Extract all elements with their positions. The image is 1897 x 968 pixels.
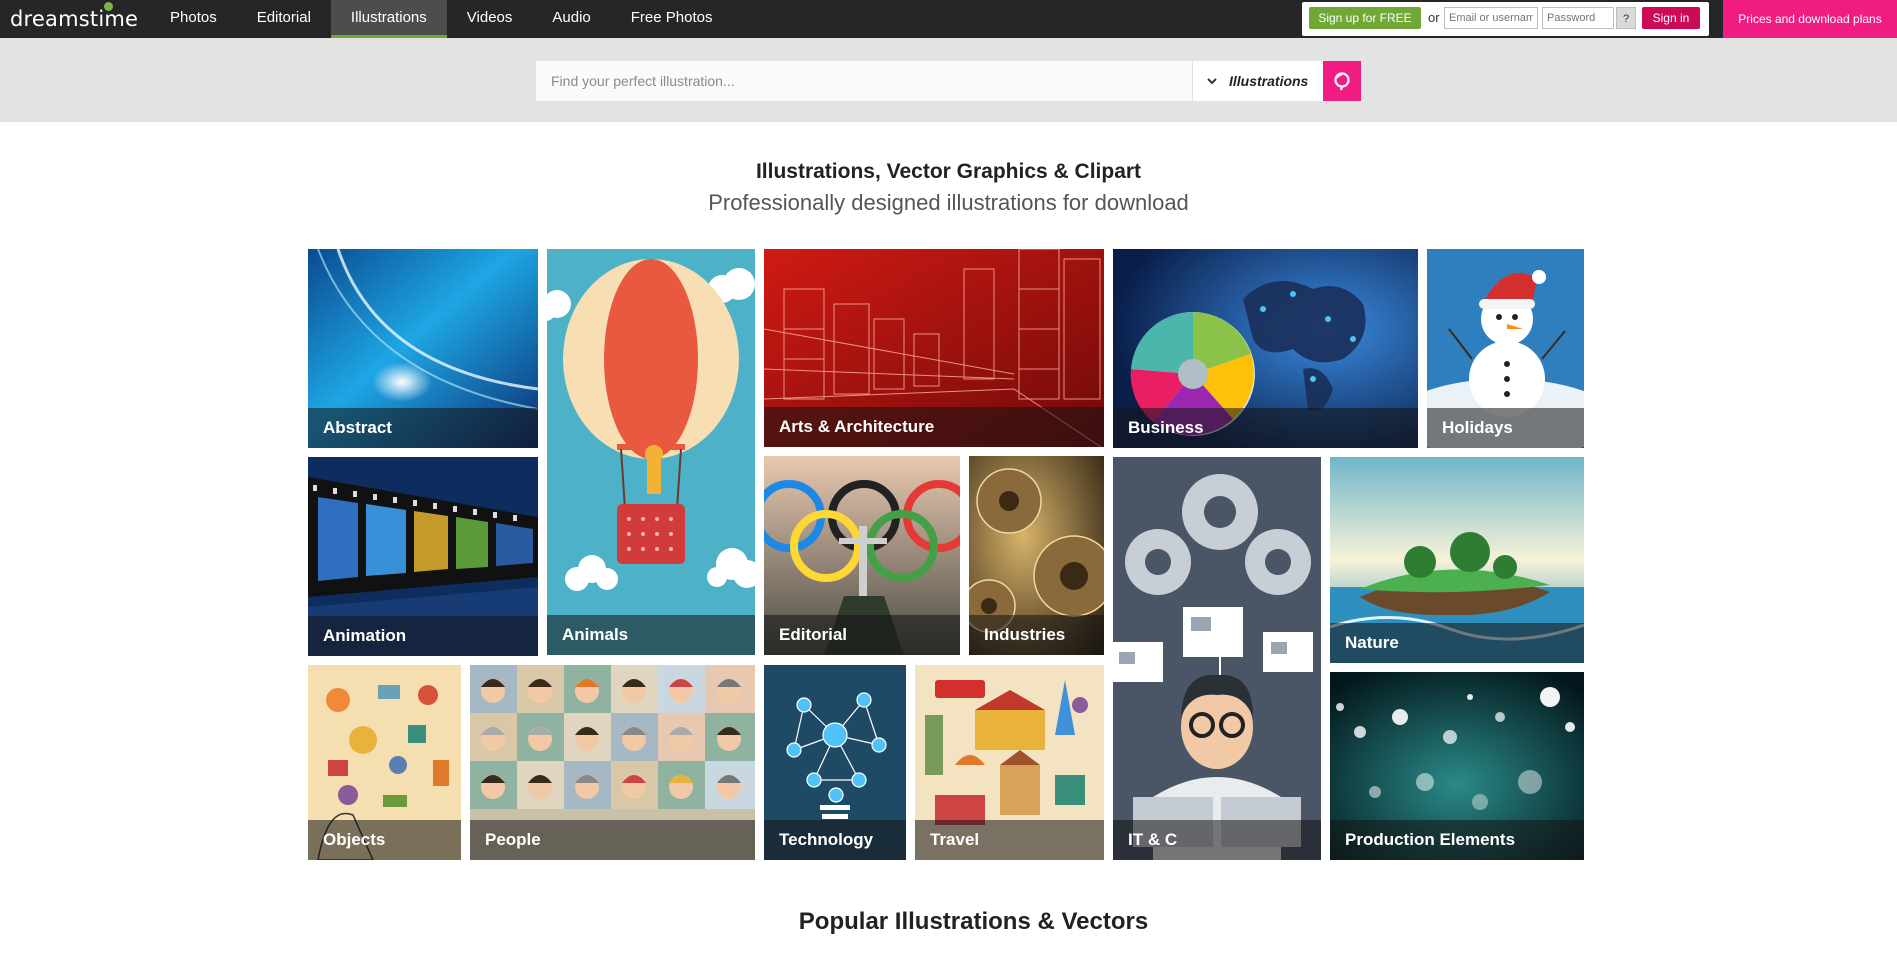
category-tile-industries[interactable]: Industries <box>969 456 1104 655</box>
category-tile-abstract[interactable]: Abstract <box>308 249 538 448</box>
auth-box: Sign up for FREE or ? Sign in <box>1302 2 1709 36</box>
nav-item-editorial[interactable]: Editorial <box>237 0 331 38</box>
search-button[interactable] <box>1323 61 1361 101</box>
tile-label: Business <box>1128 418 1204 437</box>
signup-button[interactable]: Sign up for FREE <box>1309 7 1421 29</box>
logo-mark-icon <box>104 2 113 11</box>
category-tile-travel[interactable]: Travel <box>915 665 1104 860</box>
tile-label: Editorial <box>779 625 848 644</box>
tile-label: Technology <box>779 830 874 849</box>
search-box: Illustrations <box>536 61 1361 101</box>
nav-item-audio[interactable]: Audio <box>532 0 610 38</box>
tile-label: Abstract <box>323 418 392 437</box>
tile-label: Animals <box>562 625 629 644</box>
animals-image <box>547 249 755 655</box>
or-text: or <box>1428 10 1440 25</box>
top-bar: dreamstime Photos Editorial Illustration… <box>0 0 1897 38</box>
category-tile-it-c[interactable]: IT & C <box>1113 457 1321 860</box>
main-nav: Photos Editorial Illustrations Videos Au… <box>150 0 732 38</box>
signin-button[interactable]: Sign in <box>1642 7 1700 29</box>
page-title: Illustrations, Vector Graphics & Clipart <box>755 160 1142 183</box>
search-band: Illustrations <box>0 38 1897 122</box>
pricing-link[interactable]: Prices and download plans <box>1723 0 1897 38</box>
tile-label: People <box>485 830 541 849</box>
tile-label: Production Elements <box>1345 830 1516 849</box>
password-field[interactable] <box>1542 7 1614 29</box>
nav-item-free-photos[interactable]: Free Photos <box>611 0 733 38</box>
category-tile-holidays[interactable]: Holidays <box>1427 249 1584 448</box>
search-scope-label: Illustrations <box>1229 73 1309 89</box>
tile-label: Nature <box>1345 633 1399 652</box>
category-tile-production-elements[interactable]: Production Elements <box>1330 672 1584 860</box>
tile-label: Industries <box>984 625 1066 644</box>
category-tile-animals[interactable]: Animals <box>547 249 755 655</box>
tile-label: Travel <box>930 830 980 849</box>
tile-label: Arts & Architecture <box>779 417 935 436</box>
tile-label: IT & C <box>1128 830 1178 849</box>
tile-label: Holidays <box>1442 418 1513 437</box>
tile-label: Animation <box>323 626 407 645</box>
nav-item-illustrations[interactable]: Illustrations <box>330 0 447 38</box>
logo[interactable]: dreamstime <box>10 5 138 33</box>
chevron-down-icon <box>1207 78 1217 85</box>
search-icon <box>1334 72 1350 91</box>
category-tile-technology[interactable]: Technology <box>764 665 906 860</box>
nav-item-videos[interactable]: Videos <box>447 0 533 38</box>
tile-label: Objects <box>323 830 386 849</box>
nav-item-photos[interactable]: Photos <box>150 0 237 38</box>
category-tile-arts-architecture[interactable]: Arts & Architecture <box>764 249 1104 447</box>
category-tile-objects[interactable]: Objects <box>308 665 461 860</box>
page-subtitle: Professionally designed illustrations fo… <box>708 190 1189 215</box>
category-tile-business[interactable]: Business <box>1113 249 1418 448</box>
it-c-image <box>1113 457 1321 860</box>
category-tile-people[interactable]: People <box>470 665 755 860</box>
category-tile-editorial[interactable]: Editorial <box>764 456 960 655</box>
email-field[interactable] <box>1444 7 1538 29</box>
help-button[interactable]: ? <box>1616 7 1636 29</box>
logo-text: dreamstime <box>10 7 139 31</box>
category-tile-animation[interactable]: Animation <box>308 457 538 656</box>
search-input[interactable] <box>536 61 1192 101</box>
category-tile-nature[interactable]: Nature <box>1330 457 1584 663</box>
popular-heading: Popular Illustrations & Vectors <box>798 908 1149 935</box>
